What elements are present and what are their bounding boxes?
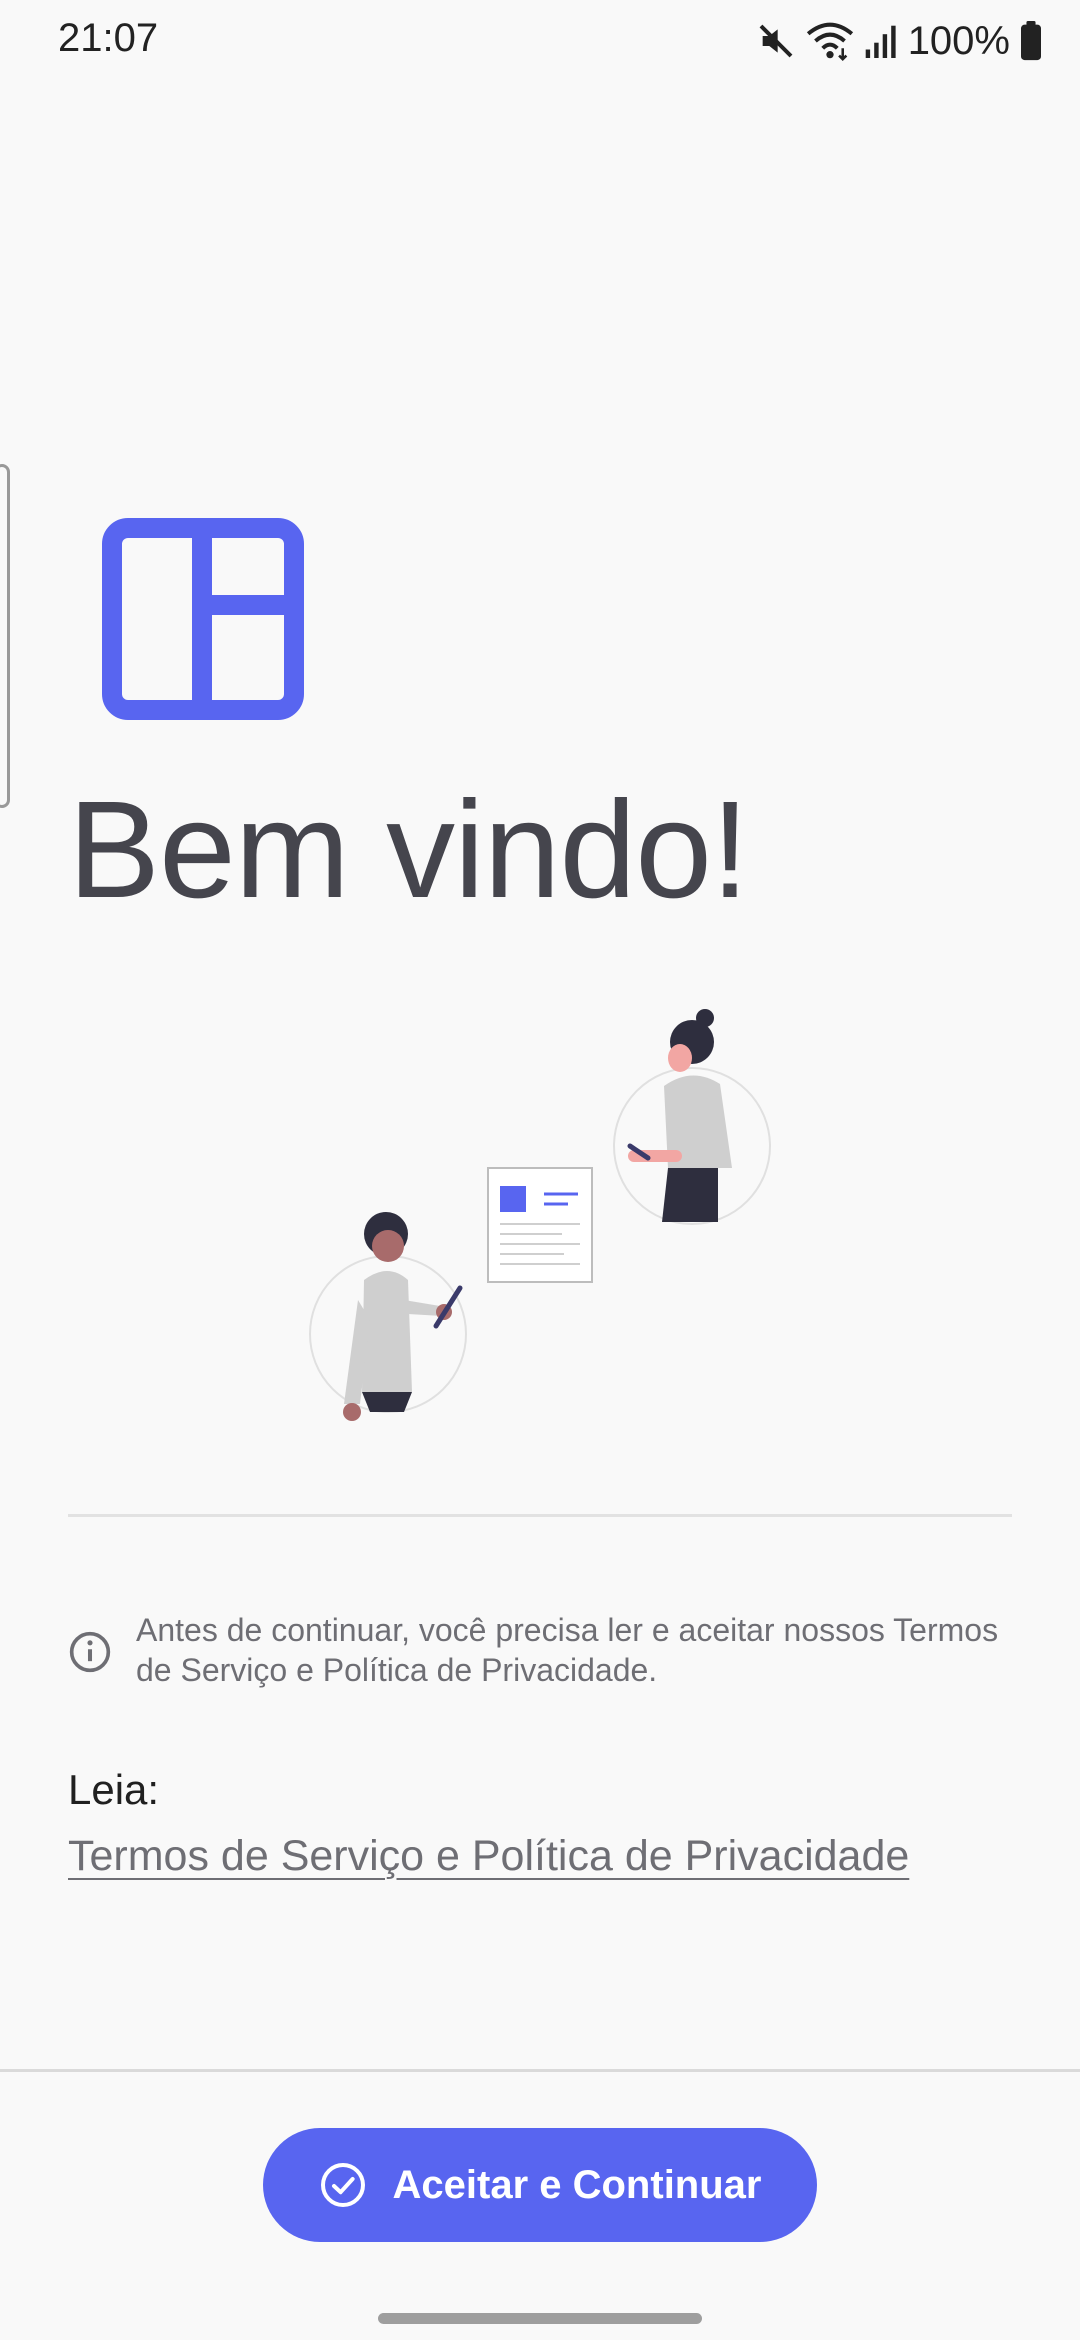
mute-icon: [759, 24, 793, 58]
accept-continue-label: Aceitar e Continuar: [392, 2162, 762, 2207]
signal-icon: [865, 25, 896, 58]
read-label: Leia:: [68, 1766, 160, 1813]
app-logo-icon: [102, 518, 304, 720]
terms-privacy-link[interactable]: Termos de Serviço e Política de Privacid…: [68, 1832, 909, 1881]
wifi-icon: [806, 22, 853, 61]
check-circle-icon: [320, 2163, 365, 2207]
bottom-divider: [0, 2069, 1080, 2072]
status-time: 21:07: [58, 16, 159, 60]
onboarding-illustration: [309, 1009, 771, 1421]
edge-panel-handle[interactable]: [0, 464, 10, 808]
section-divider: [68, 1514, 1012, 1517]
terms-notice: Antes de continuar, você precisa ler e a…: [68, 1610, 1012, 1690]
welcome-title: Bem vindo!: [68, 773, 749, 927]
home-indicator[interactable]: [378, 2313, 702, 2324]
terms-notice-text: Antes de continuar, você precisa ler e a…: [136, 1612, 999, 1688]
status-icons: 100%: [756, 14, 1042, 68]
info-icon: [69, 1631, 111, 1673]
battery-icon: [1021, 21, 1041, 61]
battery-percentage: 100%: [907, 18, 1010, 63]
accept-continue-button[interactable]: Aceitar e Continuar: [263, 2128, 817, 2242]
status-bar: 21:07 100%: [0, 0, 1080, 80]
screen: 21:07 100% Bem vindo! Antes de continuar…: [0, 0, 1080, 2340]
